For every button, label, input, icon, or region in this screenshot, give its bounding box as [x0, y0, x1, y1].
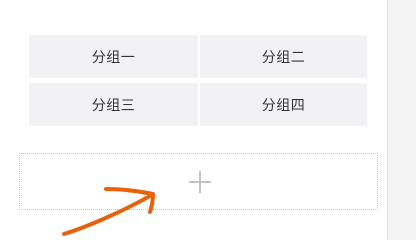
group-tab-2[interactable]: 分组二: [200, 35, 367, 78]
group-tab-grid: 分组一 分组二 分组三 分组四: [29, 35, 367, 126]
group-panel: 分组一 分组二 分组三 分组四: [0, 0, 388, 240]
group-tab-4[interactable]: 分组四: [200, 83, 367, 126]
group-tab-3[interactable]: 分组三: [29, 83, 198, 126]
group-tab-1[interactable]: 分组一: [29, 35, 198, 78]
plus-icon: [188, 170, 211, 193]
add-group-button[interactable]: [19, 153, 378, 210]
